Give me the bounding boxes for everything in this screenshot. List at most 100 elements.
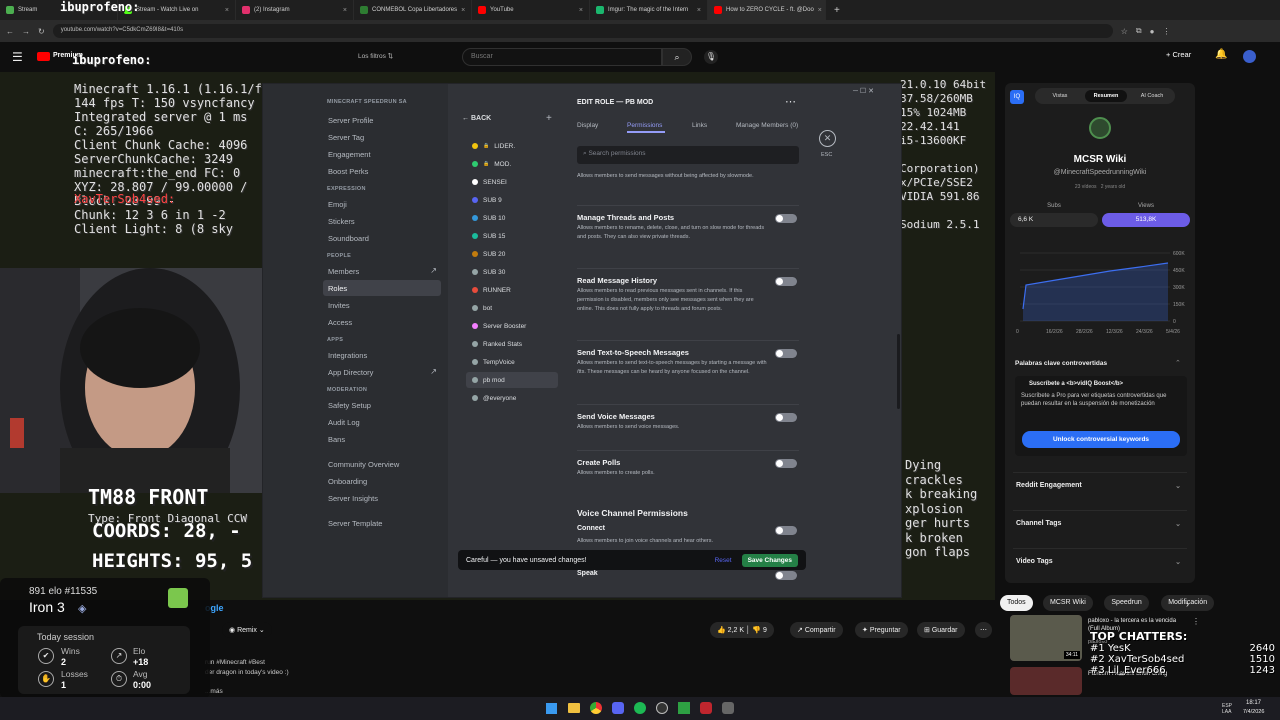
back-button[interactable]: ← BACK <box>462 115 491 122</box>
recording-app-icon[interactable] <box>700 702 712 714</box>
sidebar-item-server-template[interactable]: Server Template <box>323 515 441 531</box>
role-item[interactable]: SUB 15 <box>466 228 558 244</box>
menu-dots-icon[interactable]: ⋮ <box>1162 27 1170 36</box>
discord-icon[interactable] <box>612 702 624 714</box>
tab-close-icon[interactable]: × <box>343 7 347 14</box>
remix-button[interactable]: ◉ Remix ⌄ <box>222 622 272 638</box>
extensions-icon[interactable]: ⧉ <box>1136 26 1142 36</box>
role-item[interactable]: SUB 9 <box>466 192 558 208</box>
role-item[interactable]: Server Booster <box>466 318 558 334</box>
sidebar-item-bans[interactable]: Bans <box>323 431 441 447</box>
sidebar-item-members[interactable]: Members ↗ <box>323 263 441 279</box>
ask-button[interactable]: ✦ Preguntar <box>855 622 908 638</box>
minecraft-launcher-icon[interactable] <box>678 702 690 714</box>
role-item[interactable]: SUB 10 <box>466 210 558 226</box>
permissions-search[interactable]: ⌕ Search permissions <box>577 146 799 164</box>
vidiq-row-reddit-engagement[interactable]: Reddit Engagement ⌄ <box>1013 472 1187 502</box>
clock-time[interactable]: 18:17 <box>1246 700 1261 706</box>
save-changes-button[interactable]: Save Changes <box>741 553 798 567</box>
role-item[interactable]: RUNNER <box>466 282 558 298</box>
permission-toggle[interactable] <box>775 571 797 580</box>
sidebar-item-roles[interactable]: Roles <box>323 280 441 296</box>
more-options-icon[interactable]: ⋯ <box>785 95 796 108</box>
permission-toggle[interactable] <box>775 526 797 535</box>
start-icon[interactable] <box>546 703 557 714</box>
search-icon[interactable]: ⌕ <box>662 48 692 66</box>
browser-tab[interactable]: How to ZERO CYCLE - ft. @Doo × <box>708 0 826 20</box>
sidebar-item-emoji[interactable]: Emoji <box>323 196 441 212</box>
hamburger-icon[interactable]: ☰ <box>12 50 23 64</box>
more-actions-icon[interactable]: ⋯ <box>975 622 992 638</box>
role-item[interactable]: TempVoice <box>466 354 558 370</box>
browser-tab[interactable]: CONMEBOL Copa Libertadores × <box>354 0 472 20</box>
sidebar-item-app-directory[interactable]: App Directory ↗ <box>323 364 441 380</box>
role-item[interactable]: 🔒 LIDER. <box>466 138 558 154</box>
browser-tab[interactable]: YouTube × <box>472 0 590 20</box>
window-controls[interactable]: ─ ☐ ✕ <box>853 87 874 95</box>
related-thumbnail[interactable]: 34:11 <box>1010 615 1082 661</box>
role-item[interactable]: SENSEI <box>466 174 558 190</box>
add-role-icon[interactable]: + <box>546 113 552 124</box>
sidebar-item-stickers[interactable]: Stickers <box>323 213 441 229</box>
sidebar-item-server-insights[interactable]: Server Insights <box>323 490 441 506</box>
filter-chip[interactable]: MCSR Wiki <box>1043 595 1093 611</box>
tab-close-icon[interactable]: × <box>579 7 583 14</box>
new-tab-icon[interactable]: + <box>834 5 840 16</box>
unlock-keywords-button[interactable]: Unlock controversial keywords <box>1022 431 1180 448</box>
game-icon[interactable] <box>722 702 734 714</box>
role-item[interactable]: 🔒 MOD. <box>466 156 558 172</box>
tab-close-icon[interactable]: × <box>697 7 701 14</box>
chrome-icon[interactable] <box>590 702 602 714</box>
sidebar-item-engagement[interactable]: Engagement <box>323 146 441 162</box>
permission-toggle[interactable] <box>775 349 797 358</box>
tab-manage[interactable]: Manage Members (0) <box>736 122 798 129</box>
views-card[interactable]: Views 513,8K <box>1102 203 1190 233</box>
filter-chip[interactable]: Speedrun <box>1104 595 1149 611</box>
browser-tab[interactable]: Imgur: The magic of the Intern × <box>590 0 708 20</box>
profile-icon[interactable]: ● <box>1150 27 1155 36</box>
vidiq-row-video-tags[interactable]: Video Tags ⌄ <box>1013 548 1187 578</box>
sidebar-item-integrations[interactable]: Integrations <box>323 347 441 363</box>
tab-close-icon[interactable]: × <box>225 7 229 14</box>
create-button[interactable]: + Crear <box>1166 50 1191 59</box>
tab-links[interactable]: Links <box>692 122 707 129</box>
account-avatar[interactable] <box>1243 50 1256 63</box>
vidiq-row-channel-tags[interactable]: Channel Tags ⌄ <box>1013 510 1187 540</box>
permission-toggle[interactable] <box>775 413 797 422</box>
youtube-logo-icon[interactable] <box>37 52 50 61</box>
permission-toggle[interactable] <box>775 214 797 223</box>
sidebar-item-soundboard[interactable]: Soundboard <box>323 230 441 246</box>
tab-close-icon[interactable]: × <box>461 7 465 14</box>
tab-permissions[interactable]: Permissions <box>627 122 662 129</box>
permission-toggle[interactable] <box>775 277 797 286</box>
forward-arrow-icon[interactable]: → <box>22 27 30 36</box>
permission-toggle[interactable] <box>775 459 797 468</box>
role-item[interactable]: SUB 30 <box>466 264 558 280</box>
mic-icon[interactable]: 🎙 <box>704 50 718 64</box>
close-icon[interactable]: ✕ <box>819 130 836 147</box>
related-thumbnail-2[interactable] <box>1010 667 1082 695</box>
scrollbar-thumb[interactable] <box>897 334 900 409</box>
sidebar-item-access[interactable]: Access <box>323 314 441 330</box>
controversial-chevron-icon[interactable]: ⌃ <box>1175 359 1181 367</box>
filter-chip[interactable]: Todos <box>1000 595 1033 611</box>
role-item[interactable]: SUB 20 <box>466 246 558 262</box>
clock-date[interactable]: 7/4/2026 <box>1243 709 1264 715</box>
search-input[interactable]: Buscar <box>462 48 662 66</box>
related-more-icon[interactable]: ⋮ <box>1192 617 1200 626</box>
file-explorer-icon[interactable] <box>568 703 580 713</box>
role-item[interactable]: @everyone <box>466 390 558 406</box>
language-indicator[interactable]: ESP LAA <box>1222 703 1236 715</box>
browser-tab[interactable]: (2) Instagram × <box>236 0 354 20</box>
sidebar-item-server-tag[interactable]: Server Tag <box>323 129 441 145</box>
vidiq-tab-ai-coach[interactable]: AI Coach <box>1131 90 1173 102</box>
bookmark-star-icon[interactable]: ☆ <box>1121 27 1128 36</box>
sidebar-item-onboarding[interactable]: Onboarding <box>323 473 441 489</box>
back-arrow-icon[interactable]: ← <box>6 27 14 36</box>
share-button[interactable]: ↗ Compartir <box>790 622 843 638</box>
chips-next-icon[interactable]: › <box>1186 599 1189 609</box>
vidiq-tab-vistas[interactable]: Vistas <box>1039 90 1081 102</box>
role-item[interactable]: Ranked Stats <box>466 336 558 352</box>
filters-chip[interactable]: Los filtros ⇅ <box>358 52 393 60</box>
notifications-bell-icon[interactable]: 🔔 <box>1215 49 1227 60</box>
